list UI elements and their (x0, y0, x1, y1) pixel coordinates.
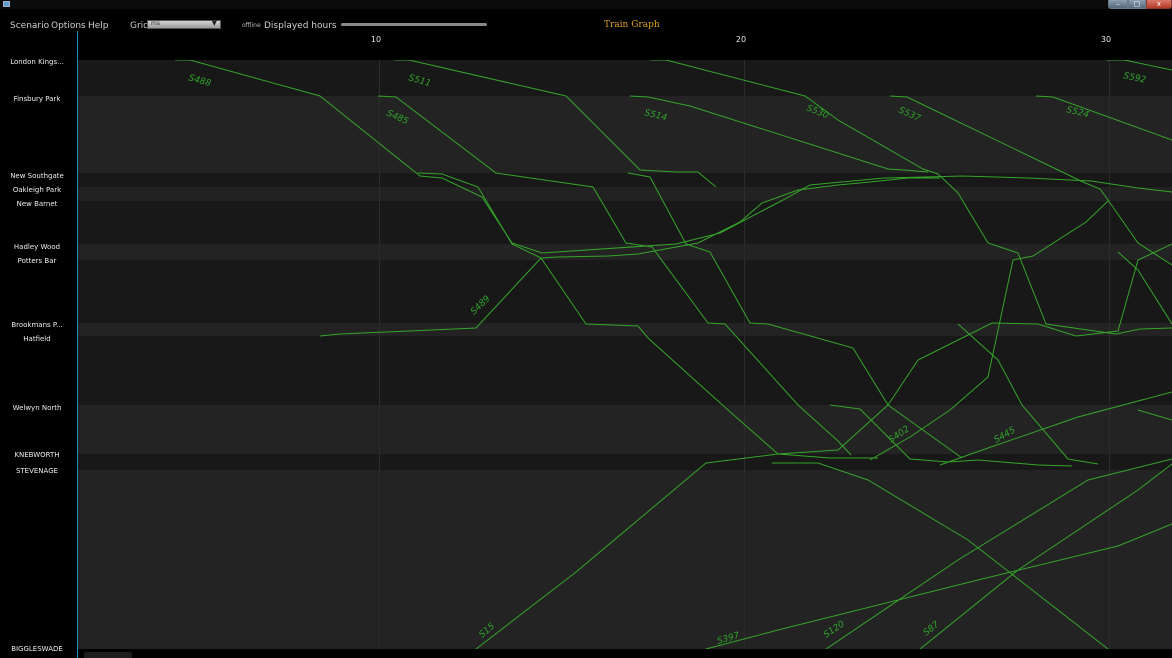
app-window-icon (3, 1, 10, 7)
train-path-s303 (1137, 409, 1172, 421)
close-icon: x (1156, 0, 1162, 8)
train-path-s488 (175, 60, 1172, 254)
train-path-s120 (825, 458, 1172, 649)
train-label: S15 (478, 621, 498, 640)
train-path-s700 (829, 404, 1073, 467)
displayed-hours-label: Displayed hours (264, 21, 337, 31)
train-path-s300 (772, 462, 1109, 649)
station-label: BIGGLESWADE (11, 645, 63, 653)
train-graph-canvas[interactable]: S488 S511 S485 S514 S530 S537 S524 S592 … (78, 60, 1172, 649)
train-path-s490 (627, 172, 963, 459)
train-path-s511 (394, 60, 717, 188)
hour-label-10: 10 (370, 35, 382, 44)
maximize-button[interactable]: □ (1128, 0, 1146, 9)
train-label: S524 (1065, 105, 1090, 120)
displayed-hours-slider[interactable] (341, 23, 487, 26)
minimize-button[interactable]: – (1108, 0, 1128, 9)
menu-scenario[interactable]: Scenario (10, 21, 49, 31)
menu-help[interactable]: Help (88, 21, 109, 31)
train-path-s514 (629, 95, 929, 173)
time-axis: 10 20 30 (78, 31, 1172, 60)
train-path-s302 (1117, 251, 1172, 325)
station-label: Finsbury Park (13, 95, 61, 103)
train-label: S592 (1122, 71, 1147, 86)
train-path-s397 (705, 523, 1172, 649)
offline-status: offline (242, 22, 261, 29)
station-label: Oakleigh Park (12, 186, 62, 194)
train-path-s524 (1035, 95, 1172, 141)
station-label: New Southgate (10, 172, 64, 180)
hour-label-20: 20 (735, 35, 747, 44)
station-label: STEVENAGE (15, 467, 59, 475)
train-label: S514 (643, 108, 668, 123)
train-label: S485 (385, 109, 410, 128)
station-label: Brookmans P... (11, 321, 63, 329)
train-path-s489 (319, 177, 940, 337)
window-titlebar[interactable]: – □ x (0, 0, 1172, 9)
close-button[interactable]: x (1146, 0, 1172, 9)
station-label: New Barnet (16, 200, 58, 208)
menu-options[interactable]: Options (51, 21, 86, 31)
train-label: S488 (187, 73, 212, 89)
train-path-s301 (957, 323, 1099, 465)
hour-label-30: 30 (1100, 35, 1112, 44)
train-path-s402 (869, 200, 1109, 461)
scroll-handle[interactable] (84, 652, 132, 658)
train-label: S511 (407, 73, 432, 89)
grid-select[interactable]: ms ▼ (147, 19, 221, 29)
grid-select-value: ms (151, 20, 160, 27)
train-path-s592 (1106, 60, 1172, 71)
app-title: Train Graph (604, 20, 660, 30)
train-path-s15 (475, 243, 1172, 649)
minimize-icon: – (1116, 0, 1120, 8)
train-label: S397 (716, 631, 741, 647)
status-footer (78, 649, 1172, 658)
train-path-s485 (377, 95, 852, 456)
station-label: Hatfield (23, 335, 51, 343)
train-path-s87 (919, 463, 1172, 649)
train-path-s530 (650, 60, 1172, 335)
train-path-s445 (939, 391, 1172, 466)
train-label: S537 (897, 106, 922, 125)
menu-bar: Scenario Options Help Grid ms ▼ offline … (0, 9, 1172, 31)
station-label: Hadley Wood (13, 243, 61, 251)
station-label: Welwyn North (12, 404, 62, 412)
train-label: S87 (922, 620, 942, 639)
train-paths: S488 S511 S485 S514 S530 S537 S524 S592 … (175, 60, 1172, 649)
chevron-down-icon: ▼ (211, 19, 217, 27)
train-label: S530 (805, 104, 830, 122)
maximize-icon: □ (1133, 0, 1141, 8)
station-label: KNEBWORTH (14, 451, 60, 459)
train-path-s537 (889, 95, 1172, 266)
train-label: S402 (887, 424, 912, 445)
station-label: Potters Bar (17, 257, 57, 265)
station-list: London Kings... Finsbury Park New Southg… (0, 31, 78, 658)
station-label: London Kings... (10, 58, 64, 66)
